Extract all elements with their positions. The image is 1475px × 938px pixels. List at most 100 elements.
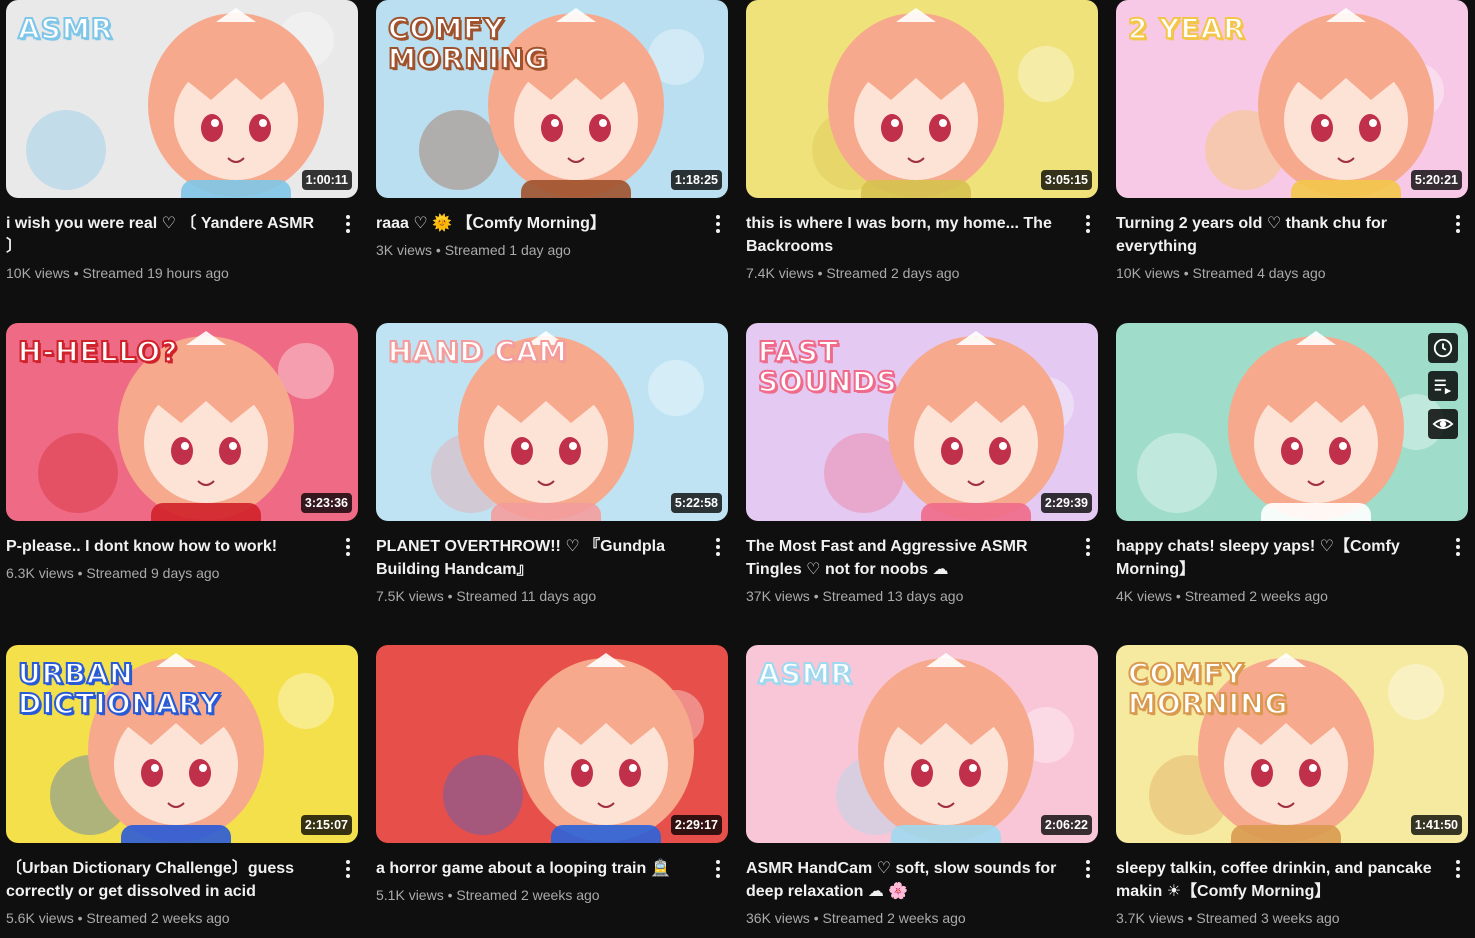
video-card[interactable]: COMFY MORNING 1:18:25 raaa ♡ 🌞 【Comfy Morn… <box>376 0 728 323</box>
video-thumbnail[interactable]: HAND CAM 5:22:58 <box>376 323 728 521</box>
metadata-separator: • <box>73 910 87 926</box>
video-grid: ASMR 1:00:11 i wish you were real ♡ 〔 Yand… <box>6 0 1469 938</box>
more-actions-button[interactable] <box>1450 214 1466 234</box>
video-metadata: 10K views • Streamed 19 hours ago <box>6 263 322 283</box>
video-metadata: 10K views • Streamed 4 days ago <box>1116 263 1432 283</box>
video-details: The Most Fast and Aggressive ASMR Tingle… <box>746 521 1098 606</box>
metadata-separator: • <box>443 588 457 604</box>
view-count: 10K views <box>6 265 70 281</box>
video-thumbnail[interactable]: COMFY MORNING 1:41:50 <box>1116 645 1468 843</box>
duration-badge: 2:29:39 <box>1040 493 1092 513</box>
more-actions-button[interactable] <box>1080 214 1096 234</box>
more-actions-button[interactable] <box>340 859 356 879</box>
vertical-dots-icon <box>346 215 350 233</box>
vertical-dots-icon <box>716 538 720 556</box>
video-card[interactable]: happy chats! sleepy yaps! ♡【Comfy Mornin… <box>1116 323 1468 645</box>
video-metadata: 3K views • Streamed 1 day ago <box>376 240 692 260</box>
thumbnail-title-text: 2 YEAR <box>1127 12 1246 45</box>
duration-badge: 2:29:17 <box>670 815 722 835</box>
video-card[interactable]: 2:29:17 a horror game about a looping tra… <box>376 645 728 938</box>
video-title[interactable]: raaa ♡ 🌞 【Comfy Morning】 <box>376 212 692 235</box>
metadata-separator: • <box>1179 265 1193 281</box>
more-actions-button[interactable] <box>1080 859 1096 879</box>
video-thumbnail[interactable]: URBAN DICTIONARY 2:15:07 <box>6 645 358 843</box>
vertical-dots-icon <box>1086 860 1090 878</box>
video-title[interactable]: P-please.. I dont know how to work! <box>6 535 322 558</box>
metadata-separator: • <box>73 565 87 581</box>
video-title[interactable]: this is where I was born, my home... The… <box>746 212 1062 258</box>
video-details: sleepy talkin, coffee drinkin, and panca… <box>1116 843 1468 928</box>
view-count: 3K views <box>376 242 433 258</box>
more-actions-button[interactable] <box>1450 537 1466 557</box>
vertical-dots-icon <box>346 538 350 556</box>
video-details: i wish you were real ♡ 〔 Yandere ASMR 〕 1… <box>6 198 358 283</box>
video-card[interactable]: 3:05:15 this is where I was born, my home… <box>746 0 1098 323</box>
video-metadata: 7.4K views • Streamed 2 days ago <box>746 263 1062 283</box>
view-count: 5.1K views <box>376 887 444 903</box>
vertical-dots-icon <box>1086 538 1090 556</box>
video-thumbnail[interactable]: 2 YEAR 5:20:21 <box>1116 0 1468 198</box>
video-title[interactable]: i wish you were real ♡ 〔 Yandere ASMR 〕 <box>6 212 322 258</box>
video-title[interactable]: a horror game about a looping train 🚊 <box>376 857 692 880</box>
thumbnail-title-text: ASMR <box>757 657 854 690</box>
duration-badge: 5:22:58 <box>670 493 722 513</box>
video-title[interactable]: sleepy talkin, coffee drinkin, and panca… <box>1116 857 1432 903</box>
video-thumbnail[interactable]: COMFY MORNING 1:18:25 <box>376 0 728 198</box>
thumbnail-title-text: COMFY MORNING <box>1127 657 1289 720</box>
video-details: raaa ♡ 🌞 【Comfy Morning】 3K views • Strea… <box>376 198 728 260</box>
video-card[interactable]: URBAN DICTIONARY 2:15:07 〔Urban Dictionary… <box>6 645 358 938</box>
video-card[interactable]: 2 YEAR 5:20:21 Turning 2 years old ♡ thank… <box>1116 0 1468 323</box>
view-count: 5.6K views <box>6 910 74 926</box>
video-thumbnail[interactable]: ASMR 2:06:22 <box>746 645 1098 843</box>
view-count: 10K views <box>1116 265 1180 281</box>
duration-badge: 3:05:15 <box>1040 170 1092 190</box>
video-metadata: 7.5K views • Streamed 11 days ago <box>376 586 692 606</box>
video-card[interactable]: H-HELLO? 3:23:36 P-please.. I dont know ho… <box>6 323 358 645</box>
eye-button[interactable] <box>1428 409 1458 439</box>
view-count: 37K views <box>746 588 810 604</box>
video-thumbnail[interactable]: ASMR 1:00:11 <box>6 0 358 198</box>
more-actions-button[interactable] <box>340 214 356 234</box>
more-actions-button[interactable] <box>710 214 726 234</box>
video-thumbnail[interactable]: FAST SOUNDS 2:29:39 <box>746 323 1098 521</box>
more-actions-button[interactable] <box>1080 537 1096 557</box>
more-actions-button[interactable] <box>710 537 726 557</box>
vertical-dots-icon <box>716 215 720 233</box>
duration-badge: 1:00:11 <box>301 170 352 190</box>
view-count: 6.3K views <box>6 565 74 581</box>
video-title[interactable]: ASMR HandCam ♡ soft, slow sounds for dee… <box>746 857 1062 903</box>
thumbnail-image <box>376 645 728 843</box>
streamed-time: Streamed 2 weeks ago <box>822 910 966 926</box>
video-thumbnail[interactable]: 3:05:15 <box>746 0 1098 198</box>
video-thumbnail[interactable]: H-HELLO? 3:23:36 <box>6 323 358 521</box>
video-title[interactable]: Turning 2 years old ♡ thank chu for ever… <box>1116 212 1432 258</box>
video-metadata: 37K views • Streamed 13 days ago <box>746 586 1062 606</box>
video-details: ASMR HandCam ♡ soft, slow sounds for dee… <box>746 843 1098 928</box>
streamed-time: Streamed 4 days ago <box>1192 265 1326 281</box>
video-title[interactable]: happy chats! sleepy yaps! ♡【Comfy Mornin… <box>1116 535 1432 581</box>
add-to-queue-button[interactable] <box>1428 371 1458 401</box>
more-actions-button[interactable] <box>1450 859 1466 879</box>
thumbnail-title-text: COMFY MORNING <box>387 12 549 75</box>
video-title[interactable]: PLANET OVERTHROW!! ♡ 『Gundpla Building H… <box>376 535 692 581</box>
video-title[interactable]: The Most Fast and Aggressive ASMR Tingle… <box>746 535 1062 581</box>
video-card[interactable]: HAND CAM 5:22:58 PLANET OVERTHROW!! ♡ 『Gun… <box>376 323 728 645</box>
thumbnail-title-text: URBAN DICTIONARY <box>17 657 221 720</box>
more-actions-button[interactable] <box>710 859 726 879</box>
thumbnail-title-text: FAST SOUNDS <box>757 335 898 398</box>
view-count: 36K views <box>746 910 810 926</box>
video-title[interactable]: 〔Urban Dictionary Challenge〕guess correc… <box>6 857 322 903</box>
video-card[interactable]: ASMR 2:06:22 ASMR HandCam ♡ soft, slow sou… <box>746 645 1098 938</box>
add-to-queue-icon <box>1434 379 1452 395</box>
video-thumbnail[interactable] <box>1116 323 1468 521</box>
video-thumbnail[interactable]: 2:29:17 <box>376 645 728 843</box>
thumbnail-image <box>746 0 1098 198</box>
video-card[interactable]: COMFY MORNING 1:41:50 sleepy talkin, coffe… <box>1116 645 1468 938</box>
more-actions-button[interactable] <box>340 537 356 557</box>
clock-button[interactable] <box>1428 333 1458 363</box>
vertical-dots-icon <box>1456 860 1460 878</box>
duration-badge: 2:06:22 <box>1040 815 1092 835</box>
video-card[interactable]: FAST SOUNDS 2:29:39 The Most Fast and Aggr… <box>746 323 1098 645</box>
video-card[interactable]: ASMR 1:00:11 i wish you were real ♡ 〔 Yand… <box>6 0 358 323</box>
streamed-time: Streamed 13 days ago <box>822 588 964 604</box>
